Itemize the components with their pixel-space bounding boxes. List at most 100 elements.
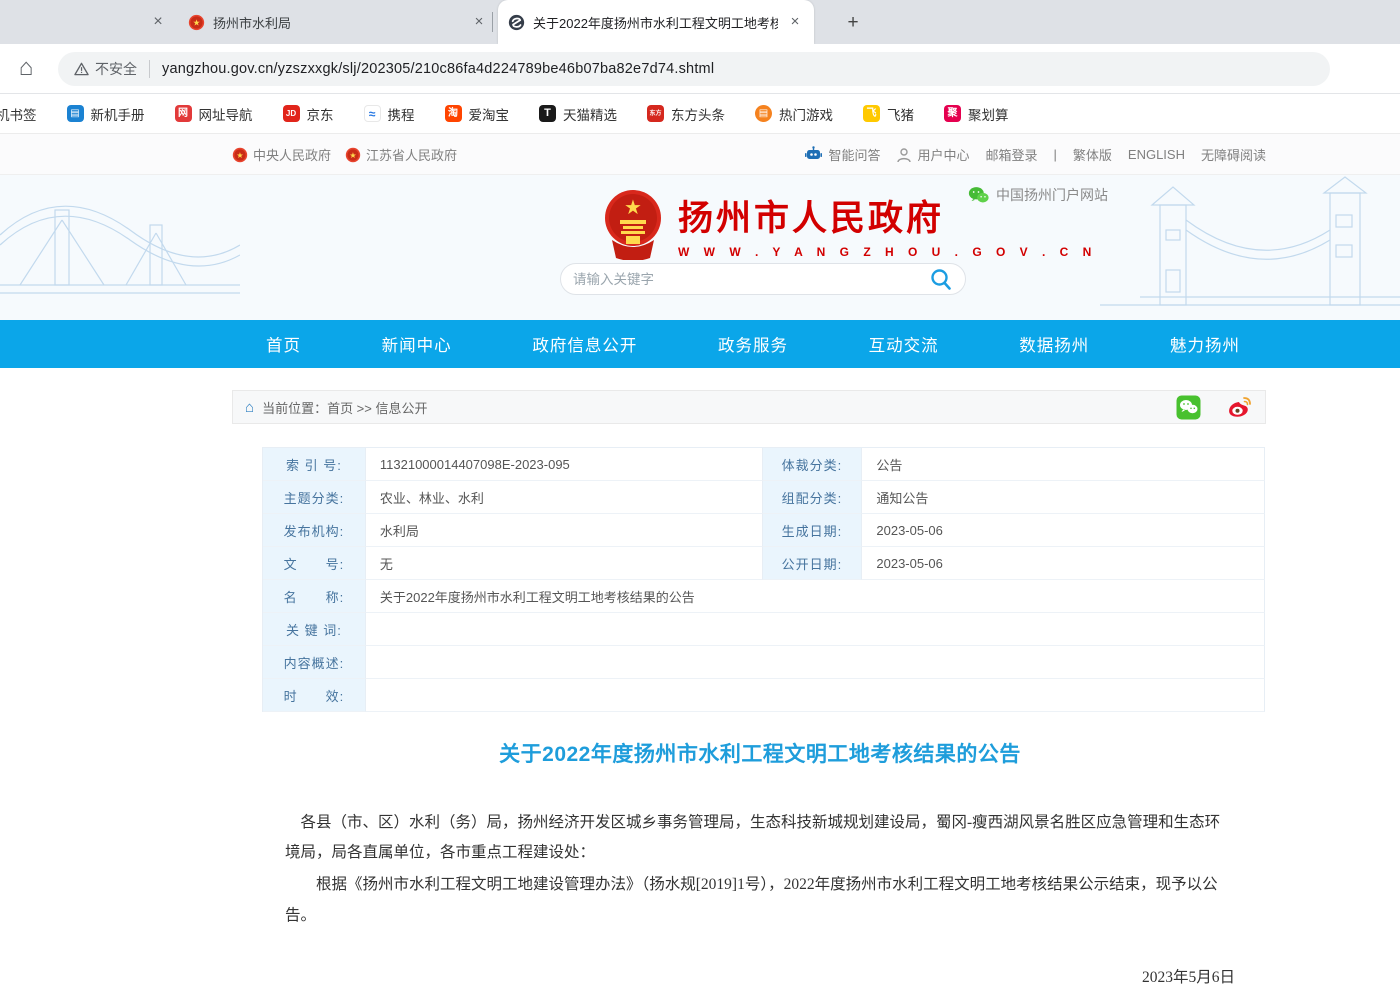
omnibox-divider (149, 60, 150, 78)
meta-label: 公开日期: (763, 547, 863, 580)
bookmark-ctrip[interactable]: ≈ 携程 (364, 104, 415, 124)
fliggy-pig-icon: 飞 (863, 105, 880, 122)
taobao-icon: 淘 (445, 105, 462, 122)
partial-tab-close-icon[interactable]: × (148, 12, 168, 32)
bookmark-hot-games[interactable]: ▤ 热门游戏 (755, 104, 833, 124)
bookmark-label: 机书签 (0, 104, 37, 124)
search-input[interactable] (573, 272, 929, 287)
meta-label: 关 键 词: (263, 613, 366, 646)
site-header: ★ 扬州市人民政府 W W W . Y A N G Z H O U . G O … (0, 175, 1400, 320)
nav-interaction[interactable]: 互动交流 (869, 332, 939, 356)
meta-label: 名 称: (263, 580, 366, 613)
address-bar[interactable]: 不安全 yangzhou.gov.cn/yzszxxgk/slj/202305/… (58, 52, 1330, 86)
bookmark-label: 网址导航 (199, 104, 253, 124)
site-search[interactable] (560, 263, 966, 295)
tab-separator (492, 12, 493, 32)
bookmark-eastday[interactable]: 东方 东方头条 (647, 104, 725, 124)
new-tab-button[interactable]: + (840, 10, 866, 36)
traditional-chinese-link[interactable]: 繁体版 (1073, 145, 1112, 164)
breadcrumb-bar: ⌂ 当前位置：首页 >> 信息公开 (232, 390, 1266, 424)
tab-title: 关于2022年度扬州市水利工程文明工地考核 (533, 13, 778, 32)
nav-gov-info-disclosure[interactable]: 政府信息公开 (532, 332, 637, 356)
site-favicon (508, 14, 525, 31)
gov-utility-bar: ★ 中央人民政府 ★ 江苏省人民政府 (0, 134, 1400, 175)
meta-value-topic: 农业、林业、水利 (366, 481, 763, 514)
meta-label: 索 引 号: (263, 448, 366, 481)
article-paragraph-basis: 根据《扬州市水利工程文明工地建设管理办法》（扬水规[2019]1号），2022年… (285, 870, 1235, 930)
smart-qa-link[interactable]: 智能问答 (804, 145, 880, 164)
bookmark-label: 东方头条 (671, 104, 725, 124)
table-row: 关 键 词: (263, 613, 1265, 646)
tab-close-icon[interactable]: × (786, 13, 804, 31)
nav-data-yangzhou[interactable]: 数据扬州 (1019, 332, 1089, 356)
bookmarks-bar: 机书签 ▤ 新机手册 网 网址导航 JD 京东 ≈ 携程 淘 爱淘宝 T 天猫精… (0, 94, 1400, 134)
home-icon[interactable]: ⌂ (12, 54, 40, 82)
bookmark-tmall[interactable]: T 天猫精选 (539, 104, 617, 124)
meta-value-publisher: 水利局 (366, 514, 763, 547)
bookmark-label: 新机手册 (91, 104, 145, 124)
user-center-link[interactable]: 用户中心 (896, 145, 969, 164)
meta-value-publish-date: 2023-05-06 (862, 547, 1265, 580)
jd-icon: JD (283, 105, 300, 122)
ctrip-dolphin-icon: ≈ (364, 105, 381, 122)
meta-label: 时 效: (263, 679, 366, 712)
svg-text:★: ★ (624, 197, 642, 219)
svg-text:★: ★ (193, 17, 201, 27)
nav-site-icon: 网 (175, 105, 192, 122)
table-row: 时 效: (263, 679, 1265, 712)
share-wechat-icon[interactable] (1176, 395, 1201, 420)
header-illustration-right (1100, 175, 1400, 320)
tab-title: 扬州市水利局 (213, 13, 462, 32)
bookmark-aitaobao[interactable]: 淘 爱淘宝 (445, 104, 510, 124)
table-row: 文 号: 无 公开日期: 2023-05-06 (263, 547, 1265, 580)
english-link[interactable]: ENGLISH (1128, 147, 1185, 162)
meta-value-created-date: 2023-05-06 (862, 514, 1265, 547)
gov-emblem-icon: ★ (345, 147, 361, 163)
url-text[interactable]: yangzhou.gov.cn/yzszxxgk/slj/202305/210c… (162, 61, 714, 77)
nav-home[interactable]: 首页 (266, 332, 301, 356)
link-label: 智能问答 (828, 145, 880, 164)
link-label: 用户中心 (917, 145, 969, 164)
tab-yangzhou-water-bureau[interactable]: ★ 扬州市水利局 × (178, 0, 498, 44)
meta-value-index-number: 11321000014407098E-2023-095 (366, 448, 763, 481)
nav-charm-yangzhou[interactable]: 魅力扬州 (1170, 332, 1240, 356)
utility-divider: | (1054, 147, 1057, 162)
bookmark-juhuasuan[interactable]: 聚 聚划算 (944, 104, 1009, 124)
article-date: 2023年5月6日 (285, 965, 1235, 987)
search-icon[interactable] (929, 267, 953, 291)
meta-label: 体裁分类: (763, 448, 863, 481)
tab-announcement-active[interactable]: 关于2022年度扬州市水利工程文明工地考核 × (498, 0, 814, 44)
games-icon: ▤ (755, 105, 772, 122)
gov-emblem-icon: ★ (232, 147, 248, 163)
nav-gov-services[interactable]: 政务服务 (718, 332, 788, 356)
link-central-government[interactable]: ★ 中央人民政府 (232, 145, 331, 164)
bookmark-jd[interactable]: JD 京东 (283, 104, 334, 124)
table-row: 名 称: 关于2022年度扬州市水利工程文明工地考核结果的公告 (263, 580, 1265, 613)
table-row: 索 引 号: 11321000014407098E-2023-095 体裁分类:… (263, 448, 1265, 481)
browser-toolbar: ⌂ 不安全 yangzhou.gov.cn/yzszxxgk/slj/20230… (0, 44, 1400, 94)
article-body: 关于2022年度扬州市水利工程文明工地考核结果的公告 各县（市、区）水利（务）局… (285, 738, 1235, 997)
link-label: 中央人民政府 (253, 145, 331, 164)
meta-label: 文 号: (263, 547, 366, 580)
bookmark-phone-bookmarks[interactable]: 机书签 (0, 104, 37, 124)
bookmark-url-navigation[interactable]: 网 网址导航 (175, 104, 253, 124)
portal-wechat[interactable]: 中国扬州门户网站 (968, 185, 1108, 205)
bookmark-fliggy[interactable]: 飞 飞猪 (863, 104, 914, 124)
meta-label: 主题分类: (263, 481, 366, 514)
meta-label: 组配分类: (763, 481, 863, 514)
security-chip[interactable]: 不安全 (74, 59, 137, 79)
accessibility-link[interactable]: 无障碍阅读 (1201, 145, 1266, 164)
bookmark-label: 爱淘宝 (469, 104, 510, 124)
link-jiangsu-government[interactable]: ★ 江苏省人民政府 (345, 145, 457, 164)
site-url-text: W W W . Y A N G Z H O U . G O V . C N (678, 245, 1097, 259)
share-weibo-icon[interactable] (1227, 395, 1253, 419)
meta-value-genre: 公告 (862, 448, 1265, 481)
nav-news-center[interactable]: 新闻中心 (382, 332, 452, 356)
breadcrumb-home-icon[interactable]: ⌂ (245, 400, 254, 415)
tab-close-icon[interactable]: × (470, 13, 488, 31)
juhuasuan-icon: 聚 (944, 105, 961, 122)
link-label: 江苏省人民政府 (366, 145, 457, 164)
bookmark-new-device-manual[interactable]: ▤ 新机手册 (67, 104, 145, 124)
portal-label: 中国扬州门户网站 (996, 185, 1108, 205)
mail-login-link[interactable]: 邮箱登录 (985, 145, 1037, 164)
